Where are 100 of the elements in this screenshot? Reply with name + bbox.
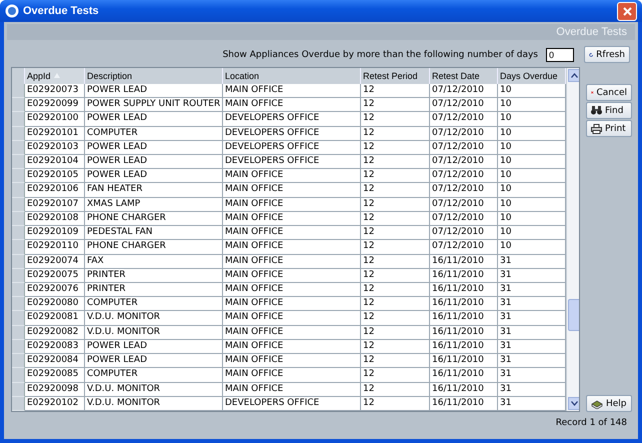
row-header[interactable] xyxy=(12,198,25,212)
table-cell: 12 xyxy=(361,126,430,141)
column-header[interactable]: Retest Date xyxy=(430,68,498,84)
table-cell: MAIN OFFICE xyxy=(223,240,361,255)
row-header[interactable] xyxy=(12,155,25,170)
row-header[interactable] xyxy=(12,226,25,240)
table-cell: 12 xyxy=(361,326,430,340)
row-header[interactable] xyxy=(12,268,25,284)
row-header[interactable] xyxy=(12,340,25,354)
table-cell: 10 xyxy=(498,226,566,240)
filter-label: Show Appliances Overdue by more than the following number of days xyxy=(222,50,538,60)
table-cell: MAIN OFFICE xyxy=(223,297,361,312)
row-header[interactable] xyxy=(12,212,25,226)
table-cell: 31 xyxy=(498,268,566,284)
column-header[interactable]: Days Overdue xyxy=(498,68,566,84)
row-header[interactable] xyxy=(12,283,25,298)
row-header[interactable] xyxy=(12,240,25,255)
table-cell: POWER LEAD xyxy=(85,112,223,127)
row-header[interactable] xyxy=(12,140,25,156)
window-title: Overdue Tests xyxy=(23,5,100,17)
row-header[interactable] xyxy=(12,112,25,127)
header-corner xyxy=(12,68,25,84)
table-cell: 12 xyxy=(361,340,430,354)
row-header[interactable] xyxy=(12,297,25,312)
table-cell: 12 xyxy=(361,254,430,269)
table-cell: 07/12/2010 xyxy=(430,126,498,141)
help-button[interactable]: Help xyxy=(586,395,632,412)
table-cell: 12 xyxy=(361,140,430,156)
table-cell: 07/12/2010 xyxy=(430,84,498,98)
book-icon xyxy=(591,398,603,408)
row-header[interactable] xyxy=(12,311,25,326)
find-button[interactable]: Find xyxy=(586,102,632,119)
row-header[interactable] xyxy=(12,396,25,411)
days-input[interactable]: 0 xyxy=(546,48,574,62)
table-cell: E02920082 xyxy=(25,326,85,340)
row-header[interactable] xyxy=(12,254,25,269)
table-cell: 31 xyxy=(498,382,566,397)
row-header[interactable] xyxy=(12,368,25,383)
table-cell: POWER LEAD xyxy=(85,155,223,170)
refresh-button[interactable]: Rfresh xyxy=(584,46,630,63)
table-cell: 12 xyxy=(361,311,430,326)
table-cell: 16/11/2010 xyxy=(430,297,498,312)
table-cell: 16/11/2010 xyxy=(430,283,498,298)
printer-icon xyxy=(591,124,602,134)
row-header[interactable] xyxy=(12,169,25,184)
row-header[interactable] xyxy=(12,326,25,340)
table-cell: E02920107 xyxy=(25,198,85,212)
table-cell: 10 xyxy=(498,198,566,212)
row-header[interactable] xyxy=(12,382,25,397)
row-header[interactable] xyxy=(12,183,25,198)
row-header[interactable] xyxy=(12,98,25,112)
table-cell: 16/11/2010 xyxy=(430,311,498,326)
binoculars-icon xyxy=(591,106,602,115)
table-cell: 12 xyxy=(361,183,430,198)
table-cell: 12 xyxy=(361,354,430,368)
table-cell: E02920104 xyxy=(25,155,85,170)
table-cell: 07/12/2010 xyxy=(430,183,498,198)
table-cell: 10 xyxy=(498,155,566,170)
table-cell: 12 xyxy=(361,212,430,226)
scrollbar[interactable] xyxy=(566,68,579,411)
table-cell: POWER LEAD xyxy=(85,354,223,368)
table-cell: 16/11/2010 xyxy=(430,340,498,354)
table-cell: 07/12/2010 xyxy=(430,140,498,156)
table-cell: 07/12/2010 xyxy=(430,212,498,226)
table-cell: 12 xyxy=(361,297,430,312)
table-cell: MAIN OFFICE xyxy=(223,198,361,212)
table-cell: 07/12/2010 xyxy=(430,155,498,170)
table-cell: 07/12/2010 xyxy=(430,198,498,212)
table-cell: E02920108 xyxy=(25,212,85,226)
record-counter: Record 1 of 148 xyxy=(556,418,627,428)
column-header[interactable]: Description xyxy=(85,68,223,84)
close-button[interactable] xyxy=(617,2,637,20)
table-cell: 12 xyxy=(361,84,430,98)
table-cell: E02920085 xyxy=(25,368,85,383)
cancel-button[interactable]: Cancel xyxy=(586,84,632,101)
table-cell: E02920098 xyxy=(25,382,85,397)
scroll-up-icon xyxy=(571,73,578,78)
table-cell: DEVELOPERS OFFICE xyxy=(223,126,361,141)
table-cell: 10 xyxy=(498,112,566,127)
row-header[interactable] xyxy=(12,126,25,141)
table-cell: POWER LEAD xyxy=(85,169,223,184)
column-header[interactable]: Location xyxy=(223,68,361,84)
table-cell: 12 xyxy=(361,98,430,112)
table-cell: COMPUTER xyxy=(85,368,223,383)
table-cell: 10 xyxy=(498,183,566,198)
table-cell: 12 xyxy=(361,155,430,170)
table-cell: 31 xyxy=(498,311,566,326)
print-button[interactable]: Print xyxy=(586,120,632,137)
table-cell: 31 xyxy=(498,340,566,354)
column-header[interactable]: Retest Period xyxy=(361,68,430,84)
table-cell: V.D.U. MONITOR xyxy=(85,396,223,411)
row-header[interactable] xyxy=(12,354,25,368)
column-header[interactable]: AppId xyxy=(25,68,85,84)
scroll-thumb[interactable] xyxy=(568,299,579,331)
table-cell: POWER LEAD xyxy=(85,140,223,156)
table-cell: 31 xyxy=(498,396,566,411)
table-cell: 12 xyxy=(361,240,430,255)
table-cell: MAIN OFFICE xyxy=(223,268,361,284)
table-cell: 16/11/2010 xyxy=(430,354,498,368)
row-header[interactable] xyxy=(12,84,25,98)
